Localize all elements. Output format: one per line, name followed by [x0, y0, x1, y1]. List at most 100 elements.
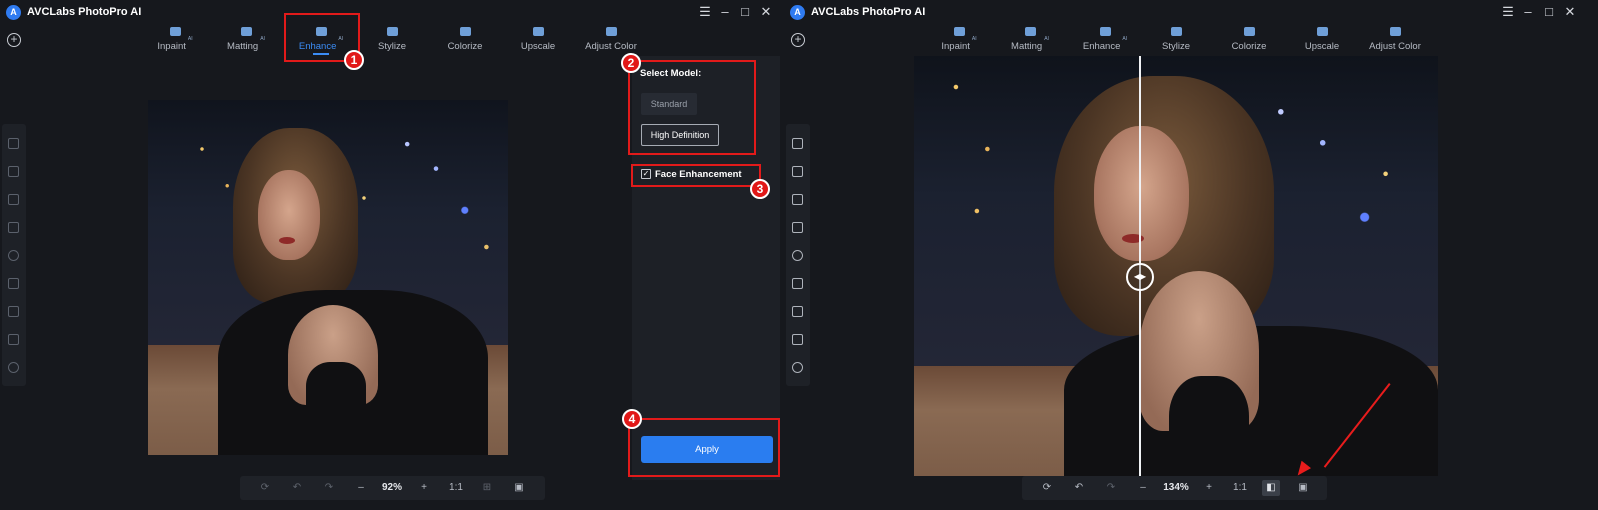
maximize-button[interactable]: □: [737, 4, 753, 20]
tab-colorize[interactable]: Colorize: [1209, 26, 1289, 56]
rectangle-tool-icon[interactable]: [8, 222, 19, 233]
feature-tabs: + InpaintAI MattingAI EnhanceAI Stylize …: [0, 26, 784, 56]
reset-icon[interactable]: ⟳: [256, 480, 274, 496]
right-bottom-toolbar: ⟳ ↶ ↷ – 134% + 1:1 ◧ ▣: [1022, 476, 1327, 500]
ai-superscript: AI: [260, 35, 265, 42]
tab-colorize[interactable]: Colorize: [425, 26, 505, 56]
stylize-icon: [386, 27, 398, 36]
tab-label: Upscale: [1304, 41, 1340, 52]
enhance-icon: [1099, 27, 1111, 36]
portrait-tool-icon[interactable]: [8, 278, 19, 289]
history-icon[interactable]: [792, 362, 803, 373]
select-tool-icon[interactable]: [792, 194, 803, 205]
tab-label: Colorize: [1231, 41, 1267, 52]
lips: [279, 237, 295, 244]
upscale-icon: [532, 27, 544, 36]
close-button[interactable]: ✕: [758, 4, 774, 20]
maximize-button[interactable]: □: [1541, 4, 1557, 20]
compare-icon[interactable]: ◧: [1262, 480, 1280, 496]
tab-label: Matting: [227, 41, 259, 52]
inpaint-icon: [953, 27, 965, 36]
tab-adjust-color[interactable]: Adjust Color: [1355, 26, 1435, 56]
zoom-in-button[interactable]: +: [415, 480, 433, 496]
source-photo: [148, 100, 508, 455]
tab-stylize[interactable]: Stylize: [1136, 26, 1216, 56]
top: [1169, 376, 1249, 476]
upscale-icon: [1316, 27, 1328, 36]
compare-slider-handle[interactable]: ◀▶: [1126, 263, 1154, 291]
save-icon[interactable]: ▣: [1294, 480, 1312, 496]
left-bottom-toolbar: ⟳ ↶ ↷ – 92% + 1:1 ⊞ ▣: [240, 476, 545, 500]
redo-icon[interactable]: ↷: [1102, 480, 1120, 496]
select-tool-icon[interactable]: [8, 194, 19, 205]
portrait-tool-icon[interactable]: [792, 278, 803, 289]
tab-label: Inpaint: [941, 41, 970, 52]
tab-enhance[interactable]: EnhanceAI: [1065, 26, 1145, 56]
left-tool-sidebar: [2, 124, 26, 386]
tab-label: Enhance: [1082, 41, 1121, 52]
adjust-tool-icon[interactable]: [8, 138, 19, 149]
zoom-in-button[interactable]: +: [1200, 480, 1218, 496]
tab-label: Adjust Color: [585, 41, 637, 52]
tab-inpaint[interactable]: InpaintAI: [919, 26, 999, 56]
add-image-icon[interactable]: +: [7, 33, 21, 47]
tab-label: Stylize: [378, 41, 406, 52]
layers-tool-icon[interactable]: [792, 334, 803, 345]
minimize-button[interactable]: –: [717, 4, 733, 20]
matting-icon: [240, 27, 252, 36]
tab-matting[interactable]: MattingAI: [990, 26, 1070, 56]
app-title: AVCLabs PhotoPro AI: [811, 6, 926, 18]
zoom-level: 92%: [381, 482, 402, 493]
ellipse-tool-icon[interactable]: [792, 250, 803, 261]
layers-tool-icon[interactable]: [8, 334, 19, 345]
top: [306, 362, 366, 422]
result-photo: [914, 56, 1438, 476]
save-icon[interactable]: ▣: [510, 480, 528, 496]
redo-icon[interactable]: ↷: [320, 480, 338, 496]
ai-superscript: AI: [971, 35, 977, 42]
adjust-tool-icon[interactable]: [792, 138, 803, 149]
stylize-icon: [1170, 27, 1182, 36]
title-bar: A AVCLabs PhotoPro AI ☰ – □ ✕: [0, 0, 784, 26]
add-image-icon[interactable]: +: [791, 33, 805, 47]
tab-upscale[interactable]: Upscale: [1282, 26, 1362, 56]
actual-size-button[interactable]: 1:1: [1230, 480, 1250, 496]
ellipse-tool-icon[interactable]: [8, 250, 19, 261]
colorize-icon: [1243, 27, 1255, 36]
portrait-subject: [148, 100, 508, 455]
brush-tool-icon[interactable]: [8, 166, 19, 177]
zoom-out-button[interactable]: –: [1134, 480, 1152, 496]
minimize-button[interactable]: –: [1520, 4, 1536, 20]
tab-stylize[interactable]: Stylize: [352, 26, 432, 56]
tab-inpaint[interactable]: InpaintAI: [135, 26, 215, 56]
app-logo-icon: A: [790, 5, 805, 20]
crop-tool-icon[interactable]: [8, 306, 19, 317]
menu-icon[interactable]: ☰: [1500, 4, 1516, 20]
actual-size-button[interactable]: 1:1: [446, 480, 466, 496]
crop-tool-icon[interactable]: [792, 306, 803, 317]
close-button[interactable]: ✕: [1562, 4, 1578, 20]
zoom-out-button[interactable]: –: [352, 480, 370, 496]
rectangle-tool-icon[interactable]: [792, 222, 803, 233]
reset-icon[interactable]: ⟳: [1038, 480, 1056, 496]
zoom-level: 134%: [1163, 482, 1189, 493]
annotation-box-model: [628, 60, 756, 155]
title-bar: A AVCLabs PhotoPro AI ☰ – □ ✕: [784, 0, 1598, 26]
annotation-box-apply: [628, 418, 780, 477]
tab-upscale[interactable]: Upscale: [498, 26, 578, 56]
app-logo-icon: A: [6, 5, 21, 20]
menu-icon[interactable]: ☰: [697, 4, 713, 20]
colorize-icon: [459, 27, 471, 36]
compare-icon[interactable]: ⊞: [478, 480, 496, 496]
left-tool-sidebar: [786, 124, 810, 386]
tab-adjust-color[interactable]: Adjust Color: [571, 26, 651, 56]
history-icon[interactable]: [8, 362, 19, 373]
ai-superscript: AI: [1122, 35, 1128, 42]
brush-tool-icon[interactable]: [792, 166, 803, 177]
tab-matting[interactable]: MattingAI: [206, 26, 286, 56]
annotation-badge-3: 3: [750, 179, 770, 199]
undo-icon[interactable]: ↶: [288, 480, 306, 496]
tab-label: Stylize: [1162, 41, 1190, 52]
undo-icon[interactable]: ↶: [1070, 480, 1088, 496]
feature-tabs: + InpaintAI MattingAI EnhanceAI Stylize …: [784, 26, 1598, 56]
